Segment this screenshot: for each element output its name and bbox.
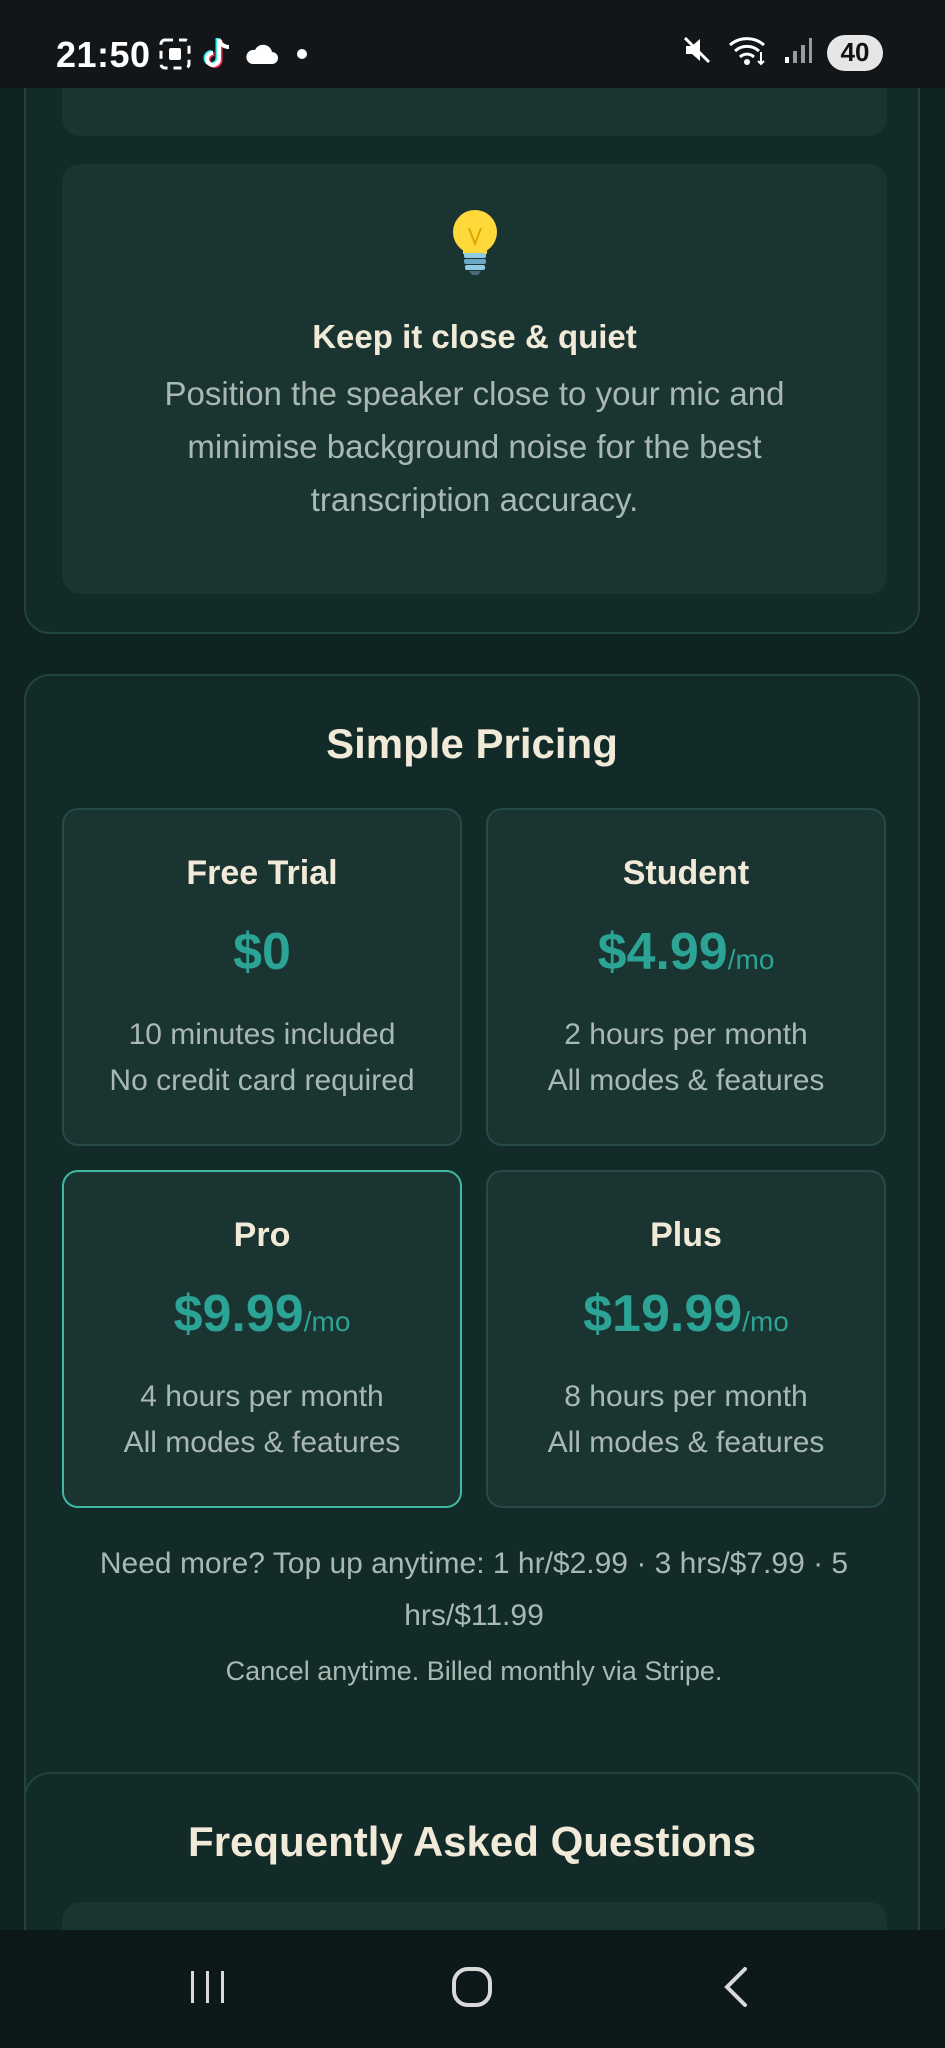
plan-price-amount: $19.99 (583, 1285, 743, 1343)
plan-price-amount: $9.99 (173, 1285, 304, 1343)
plan-detail-1: 8 hours per month (564, 1380, 808, 1413)
tiktok-icon (202, 36, 234, 77)
plan-name: Free Trial (186, 854, 338, 892)
status-time: 21:50 (56, 34, 151, 75)
recent-apps-button[interactable] (148, 1930, 268, 2048)
plan-card-plus[interactable]: Plus $19.99/mo 8 hours per month All mod… (486, 1170, 886, 1508)
plan-price: $9.99/mo (64, 1284, 460, 1344)
plan-detail-2: No credit card required (109, 1064, 415, 1097)
plan-card-pro[interactable]: Pro $9.99/mo 4 hours per month All modes… (62, 1170, 462, 1508)
lightbulb-icon (62, 206, 887, 281)
plan-price-amount: $4.99 (597, 923, 728, 981)
plan-price-period: /mo (303, 1306, 351, 1337)
plan-detail-1: 10 minutes included (128, 1018, 396, 1051)
recent-apps-icon (188, 1967, 228, 2012)
dot-icon (288, 42, 312, 71)
plan-card-student[interactable]: Student $4.99/mo 2 hours per month All m… (486, 808, 886, 1146)
status-icons-right: 40 (681, 34, 883, 71)
plan-card-free-trial[interactable]: Free Trial $0 10 minutes included No cre… (62, 808, 462, 1146)
previous-tip-box (62, 88, 887, 136)
faq-card: Frequently Asked Questions (24, 1772, 920, 1930)
plan-price-amount: $0 (233, 923, 291, 981)
pricing-card: Simple Pricing Free Trial $0 10 minutes … (24, 674, 920, 1820)
tip-title: Keep it close & quiet (312, 318, 637, 355)
plan-name: Pro (233, 1216, 291, 1254)
plan-price-period: /mo (742, 1306, 789, 1337)
plan-name: Plus (650, 1216, 722, 1254)
home-icon (450, 1965, 494, 2014)
home-button[interactable] (412, 1930, 532, 2048)
plan-price: $0 (64, 922, 460, 982)
plan-detail-2: All modes & features (547, 1426, 825, 1459)
plan-detail-2: All modes & features (547, 1064, 825, 1097)
back-button[interactable] (676, 1930, 796, 2048)
cloud-icon (244, 42, 278, 71)
status-icons-left (158, 36, 312, 77)
mute-icon (681, 34, 713, 71)
plan-name: Student (622, 854, 750, 892)
tip-box: Keep it close & quiet Position the speak… (62, 164, 887, 594)
screenshot-icon (158, 37, 192, 76)
plan-detail-1: 4 hours per month (140, 1380, 384, 1413)
battery-indicator: 40 (827, 34, 883, 71)
page-content: Keep it close & quiet Position the speak… (0, 88, 945, 1930)
navigation-bar (0, 1930, 945, 2048)
plan-detail-2: All modes & features (123, 1426, 401, 1459)
status-bar: 21:50 40 (0, 0, 945, 88)
plan-price: $4.99/mo (488, 922, 884, 982)
tip-body: Position the speaker close to your mic a… (164, 375, 785, 518)
plan-detail-1: 2 hours per month (564, 1018, 808, 1051)
topup-note: Need more? Top up anytime: 1 hr/$2.99 · … (99, 1547, 849, 1632)
plan-price-period: /mo (727, 944, 775, 975)
signal-icon (783, 35, 813, 70)
back-icon (719, 1965, 753, 2014)
cancel-note: Cancel anytime. Billed monthly via Strip… (225, 1656, 723, 1686)
wifi-icon (727, 34, 769, 71)
plan-price: $19.99/mo (488, 1284, 884, 1344)
faq-title: Frequently Asked Questions (188, 1818, 756, 1865)
tips-card: Keep it close & quiet Position the speak… (24, 88, 920, 634)
pricing-title: Simple Pricing (326, 720, 618, 767)
faq-item[interactable] (62, 1902, 887, 1930)
